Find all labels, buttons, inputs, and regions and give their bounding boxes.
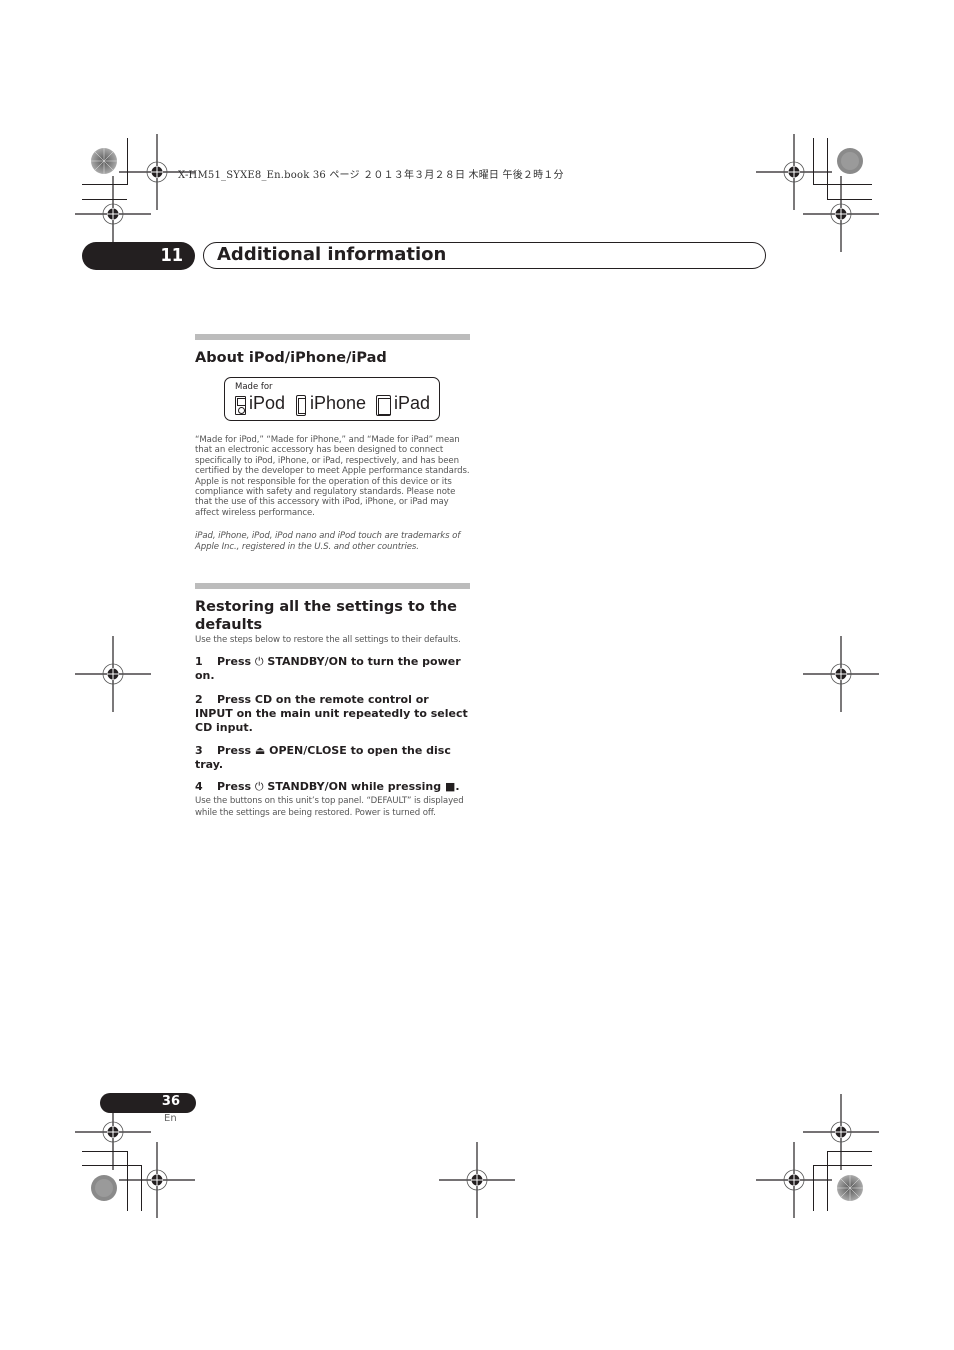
chapter-title: Additional information: [217, 244, 447, 265]
product-iphone: iPhone: [310, 393, 367, 413]
ipad-icon: [376, 395, 391, 416]
ipod-text-block: “Made for iPod,” “Made for iPhone,” and …: [195, 435, 470, 552]
section-restore: Restoring all the settings to the defaul…: [195, 583, 470, 819]
printer-target-icon: [836, 147, 864, 175]
chapter-title-box: Additional information: [203, 242, 766, 269]
made-for-label: Made for: [235, 382, 273, 392]
step-1: 1 Press ⏻ STANDBY/ON to turn the power on…: [195, 655, 461, 683]
power-icon: ⏻: [254, 655, 264, 669]
step-2: 2 Press CD on the remote control or INPUT…: [195, 693, 468, 735]
section-ipod: About iPod/iPhone/iPad: [195, 334, 470, 367]
printer-target-icon: [90, 147, 118, 175]
registration-mark-icon: [119, 1142, 195, 1218]
printer-target-icon: [90, 1174, 118, 1202]
chapter-number-tab: 11: [82, 242, 195, 270]
section-heading: About iPod/iPhone/iPad: [195, 350, 387, 366]
eject-icon: ⏏: [254, 744, 266, 758]
registration-mark-icon: [75, 636, 151, 712]
step-3: 3 Press ⏏ OPEN/CLOSE to open the disc tra…: [195, 744, 451, 772]
step-4-note: Use the buttons on this unit’s top panel…: [195, 796, 464, 819]
registration-mark-icon: [803, 176, 879, 252]
registration-mark-icon: [803, 636, 879, 712]
registration-mark-icon: [756, 1142, 832, 1218]
section-divider: [195, 334, 470, 340]
registration-mark-icon: [75, 176, 151, 252]
page-number: 36: [161, 1094, 180, 1109]
restore-intro: Use the steps below to restore the all s…: [195, 635, 461, 645]
registration-mark-icon: [439, 1142, 515, 1218]
iphone-icon: [296, 395, 306, 416]
section-heading: Restoring all the settings to the defaul…: [195, 599, 458, 633]
page-language: En: [164, 1113, 177, 1124]
made-for-paragraph: “Made for iPod,” “Made for iPhone,” and …: [195, 435, 470, 518]
page-number-tab: 36: [100, 1093, 196, 1113]
print-slug: X-HM51_SYXE8_En.book 36 ページ ２０１３年３月２８日 木…: [178, 170, 564, 181]
made-for-badge: Made for iPod iPhone iPad: [224, 377, 440, 421]
product-ipad: iPad: [394, 393, 431, 413]
printer-target-icon: [836, 1174, 864, 1202]
step-4: 4 Press ⏻ STANDBY/ON while pressing ■.: [195, 780, 460, 794]
product-ipod: iPod: [249, 393, 286, 413]
trademark-notice: iPad, iPhone, iPod, iPod nano and iPod t…: [195, 531, 461, 552]
section-divider: [195, 583, 470, 589]
ipod-icon: [235, 396, 246, 415]
chapter-number: 11: [160, 245, 183, 266]
power-icon: ⏻: [254, 780, 264, 794]
